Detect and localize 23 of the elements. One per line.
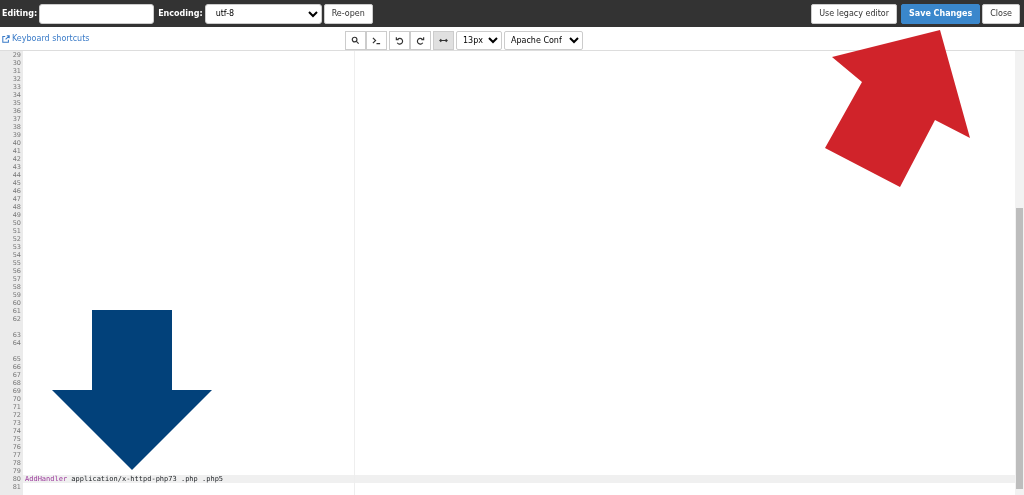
scrollbar-thumb[interactable] bbox=[1016, 208, 1023, 489]
close-button[interactable]: Close bbox=[982, 3, 1020, 24]
redo-button[interactable] bbox=[410, 31, 431, 50]
font-size-select[interactable]: 13px bbox=[456, 31, 502, 50]
search-icon bbox=[351, 36, 360, 45]
legacy-editor-button[interactable]: Use legacy editor bbox=[811, 3, 898, 24]
arrows-button[interactable] bbox=[433, 31, 454, 50]
terminal-icon bbox=[372, 36, 381, 45]
mode-select[interactable]: Apache Conf bbox=[504, 31, 583, 50]
reopen-button[interactable]: Re-open bbox=[323, 3, 373, 24]
redo-icon bbox=[416, 36, 425, 45]
undo-button[interactable] bbox=[389, 31, 410, 50]
arrows-icon bbox=[439, 36, 448, 45]
encoding-select[interactable]: utf-8 bbox=[204, 3, 322, 24]
editing-field[interactable] bbox=[39, 3, 155, 24]
undo-icon bbox=[395, 36, 404, 45]
encoding-label: Encoding: bbox=[158, 7, 203, 20]
scrollbar[interactable] bbox=[1015, 51, 1024, 495]
save-changes-button[interactable]: Save Changes bbox=[901, 3, 981, 24]
external-link-icon bbox=[2, 34, 10, 43]
keyboard-shortcuts-link[interactable]: Keyboard shortcuts bbox=[2, 32, 90, 45]
search-button[interactable] bbox=[345, 31, 366, 50]
editing-label: Editing: bbox=[2, 7, 38, 20]
